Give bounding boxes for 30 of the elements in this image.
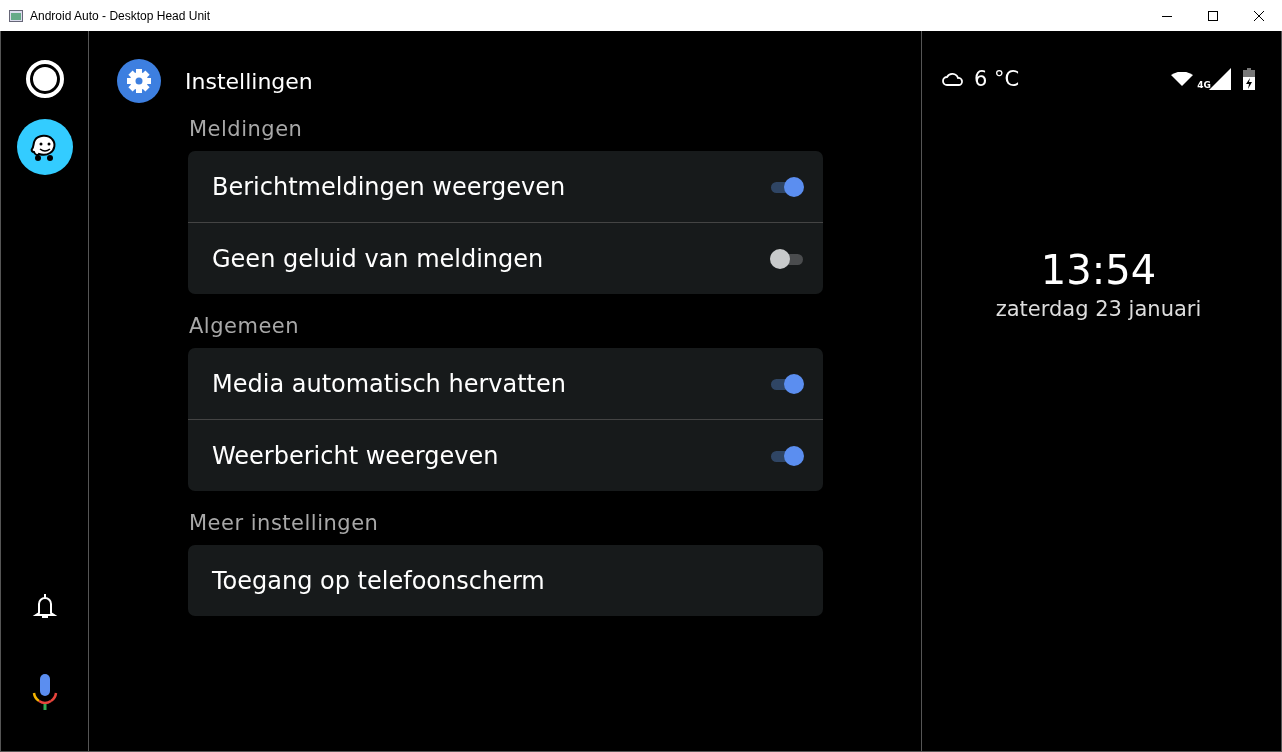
window-title: Android Auto - Desktop Head Unit bbox=[30, 8, 212, 23]
signal-icon bbox=[1209, 68, 1231, 90]
home-button[interactable] bbox=[24, 59, 65, 99]
cloud-icon bbox=[942, 71, 964, 87]
temperature: 6 °C bbox=[974, 67, 1020, 91]
microphone-icon[interactable] bbox=[30, 673, 59, 711]
section-title: Meer instellingen bbox=[189, 511, 380, 535]
setting-label[interactable]: Weerbericht weergeven bbox=[212, 441, 499, 470]
page-title: Instellingen bbox=[185, 68, 313, 94]
setting-label[interactable]: Geen geluid van meldingen bbox=[212, 244, 544, 273]
battery-icon bbox=[1243, 68, 1255, 90]
settings-icon bbox=[117, 59, 161, 103]
setting-label[interactable]: Berichtmeldingen weergeven bbox=[212, 172, 566, 201]
wifi-icon bbox=[1171, 72, 1194, 86]
navigation-app-button[interactable] bbox=[16, 119, 73, 175]
toggle-switch[interactable] bbox=[770, 248, 804, 269]
clock-date: zaterdag 23 januari bbox=[995, 297, 1202, 321]
network-type: 4G bbox=[1197, 80, 1211, 90]
section-title: Meldingen bbox=[189, 117, 304, 141]
toggle-switch[interactable] bbox=[770, 373, 804, 394]
app-icon bbox=[9, 9, 23, 22]
bell-icon[interactable] bbox=[30, 591, 59, 621]
toggle-switch[interactable] bbox=[770, 445, 804, 466]
setting-label[interactable]: Media automatisch hervatten bbox=[212, 369, 566, 398]
setting-label[interactable]: Toegang op telefoonscherm bbox=[212, 566, 545, 595]
clock-time: 13:54 bbox=[1040, 247, 1157, 293]
section-title: Algemeen bbox=[189, 314, 301, 338]
maximize-icon bbox=[1208, 10, 1218, 21]
toggle-switch[interactable] bbox=[770, 176, 804, 197]
close-icon bbox=[1254, 10, 1264, 21]
